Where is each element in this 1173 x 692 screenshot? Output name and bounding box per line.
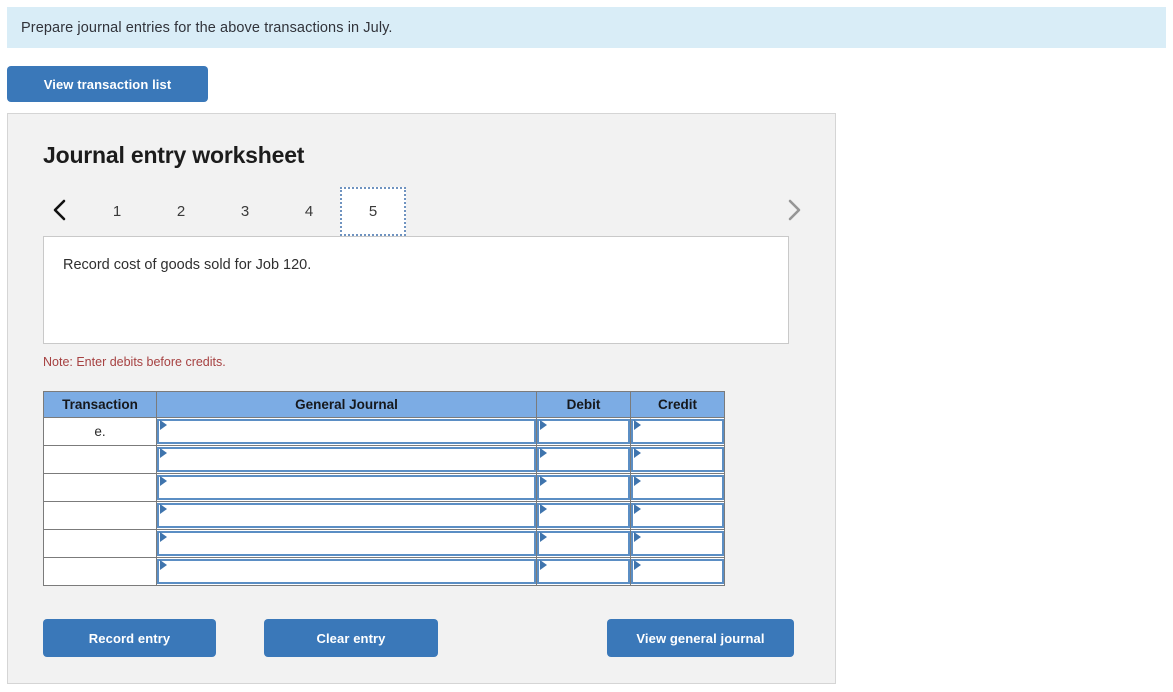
debit-input[interactable]: [537, 531, 630, 556]
column-header-transaction: Transaction: [43, 391, 157, 418]
general-journal-input[interactable]: [157, 559, 536, 584]
credit-cell[interactable]: [630, 473, 725, 502]
general-journal-cell[interactable]: [156, 557, 537, 586]
table-header-row: Transaction General Journal Debit Credit: [43, 391, 725, 418]
debit-input[interactable]: [537, 559, 630, 584]
debit-cell[interactable]: [536, 445, 631, 474]
table-row: e.: [43, 417, 725, 446]
credit-cell[interactable]: [630, 529, 725, 558]
general-journal-input[interactable]: [157, 503, 536, 528]
debit-cell[interactable]: [536, 417, 631, 446]
credit-input[interactable]: [631, 475, 724, 500]
transaction-label-cell: [43, 445, 157, 474]
transaction-label-cell: [43, 529, 157, 558]
credit-cell[interactable]: [630, 445, 725, 474]
general-journal-cell[interactable]: [156, 417, 537, 446]
table-row: [43, 529, 725, 558]
credit-cell[interactable]: [630, 417, 725, 446]
view-general-journal-button[interactable]: View general journal: [607, 619, 794, 657]
view-transaction-list-button[interactable]: View transaction list: [7, 66, 208, 102]
debit-cell[interactable]: [536, 529, 631, 558]
credit-input[interactable]: [631, 447, 724, 472]
record-entry-button[interactable]: Record entry: [43, 619, 216, 657]
debit-input[interactable]: [537, 475, 630, 500]
chevron-right-icon[interactable]: [781, 193, 807, 227]
transaction-label-cell: [43, 501, 157, 530]
debit-input[interactable]: [537, 503, 630, 528]
general-journal-cell[interactable]: [156, 529, 537, 558]
worksheet-title: Journal entry worksheet: [43, 142, 305, 168]
worksheet-tab-5[interactable]: 5: [340, 187, 406, 236]
debits-before-credits-note: Note: Enter debits before credits.: [43, 355, 226, 369]
column-header-credit: Credit: [630, 391, 725, 418]
general-journal-cell[interactable]: [156, 473, 537, 502]
worksheet-tab-4[interactable]: 4: [276, 187, 342, 236]
transaction-description-box: Record cost of goods sold for Job 120.: [43, 236, 789, 344]
clear-entry-button[interactable]: Clear entry: [264, 619, 438, 657]
credit-input[interactable]: [631, 419, 724, 444]
general-journal-input[interactable]: [157, 475, 536, 500]
credit-input[interactable]: [631, 531, 724, 556]
general-journal-cell[interactable]: [156, 501, 537, 530]
debit-input[interactable]: [537, 447, 630, 472]
worksheet-tab-3[interactable]: 3: [212, 187, 278, 236]
transaction-label-cell: e.: [43, 417, 157, 446]
debit-input[interactable]: [537, 419, 630, 444]
table-row: [43, 473, 725, 502]
table-row: [43, 445, 725, 474]
table-row: [43, 501, 725, 530]
journal-entry-worksheet-panel: Journal entry worksheet 1 2 3 4 5 Record…: [7, 113, 836, 684]
chevron-left-icon[interactable]: [47, 193, 73, 227]
instruction-text: Prepare journal entries for the above tr…: [21, 19, 393, 36]
credit-cell[interactable]: [630, 557, 725, 586]
credit-cell[interactable]: [630, 501, 725, 530]
credit-input[interactable]: [631, 559, 724, 584]
worksheet-tab-1[interactable]: 1: [84, 187, 150, 236]
transaction-label-cell: [43, 557, 157, 586]
journal-entry-table: Transaction General Journal Debit Credit…: [43, 391, 725, 586]
transaction-description-text: Record cost of goods sold for Job 120.: [63, 257, 312, 273]
debit-cell[interactable]: [536, 473, 631, 502]
column-header-debit: Debit: [536, 391, 631, 418]
worksheet-tab-strip: 1 2 3 4 5: [43, 187, 803, 236]
table-row: [43, 557, 725, 586]
general-journal-input[interactable]: [157, 531, 536, 556]
transaction-label-cell: [43, 473, 157, 502]
debit-cell[interactable]: [536, 501, 631, 530]
general-journal-input[interactable]: [157, 447, 536, 472]
worksheet-tab-2[interactable]: 2: [148, 187, 214, 236]
general-journal-cell[interactable]: [156, 445, 537, 474]
debit-cell[interactable]: [536, 557, 631, 586]
instruction-banner: Prepare journal entries for the above tr…: [7, 7, 1166, 48]
column-header-general-journal: General Journal: [156, 391, 537, 418]
general-journal-input[interactable]: [157, 419, 536, 444]
credit-input[interactable]: [631, 503, 724, 528]
